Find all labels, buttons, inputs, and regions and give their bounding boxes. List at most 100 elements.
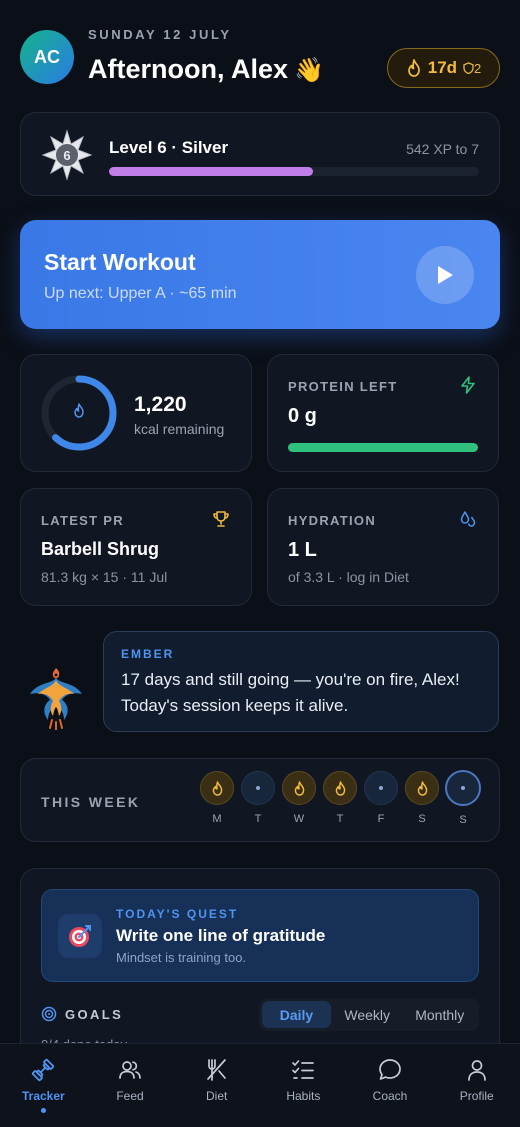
day-pip bbox=[461, 786, 465, 790]
daily-quest-card[interactable]: TODAY'S QUEST Write one line of gratitud… bbox=[41, 889, 479, 982]
date-label: SUNDAY 12 JULY bbox=[88, 27, 232, 42]
shield-count: 2 bbox=[474, 60, 482, 76]
hydration-detail: of 3.3 L · log in Diet bbox=[288, 569, 409, 585]
week-day-letter: T bbox=[254, 813, 262, 825]
quest-kicker: TODAY'S QUEST bbox=[116, 907, 239, 921]
checklist-icon bbox=[292, 1060, 315, 1079]
nav-profile[interactable]: Profile bbox=[433, 1044, 520, 1127]
nav-tracker-label: Tracker bbox=[21, 1089, 65, 1103]
workout-title: Start Workout bbox=[44, 249, 196, 275]
avatar[interactable]: AC bbox=[20, 30, 74, 84]
nav-habits-label: Habits bbox=[286, 1089, 321, 1103]
header: AC SUNDAY 12 JULY Afternoon, Alex 👋 17d 2 bbox=[20, 22, 500, 92]
flame-day-marker bbox=[282, 771, 316, 805]
greeting-title: Afternoon, Alex 👋 bbox=[88, 54, 324, 85]
protein-progress-bar bbox=[288, 443, 478, 452]
nav-feed[interactable]: Feed bbox=[87, 1044, 174, 1127]
week-day[interactable]: S bbox=[405, 771, 439, 825]
calories-card[interactable]: 1,220 kcal remaining bbox=[20, 354, 252, 472]
latest-pr-card[interactable]: LATEST PR Barbell Shrug 81.3 kg × 15 · 1… bbox=[20, 488, 252, 606]
empty-day-marker bbox=[241, 771, 275, 805]
target-icon bbox=[41, 1006, 57, 1022]
trophy-icon bbox=[213, 511, 229, 527]
nav-feed-label: Feed bbox=[116, 1089, 144, 1103]
nav-profile-label: Profile bbox=[459, 1089, 494, 1103]
week-day[interactable]: T bbox=[241, 771, 275, 825]
flame-icon bbox=[294, 780, 304, 796]
quest-subtitle: Mindset is training too. bbox=[116, 950, 247, 965]
tab-daily[interactable]: Daily bbox=[262, 1001, 331, 1028]
day-pip bbox=[379, 786, 383, 790]
flame-icon bbox=[212, 780, 222, 796]
quest-icon-tile bbox=[58, 914, 102, 958]
utensils-icon bbox=[206, 1059, 226, 1081]
xp-progress-fill bbox=[109, 167, 313, 176]
week-day[interactable]: S bbox=[445, 770, 481, 826]
calories-remaining-label: kcal remaining bbox=[134, 421, 225, 437]
start-workout-button[interactable]: Start Workout Up next: Upper A · ~65 min bbox=[20, 220, 500, 329]
tab-weekly[interactable]: Weekly bbox=[331, 1001, 404, 1028]
goals-period-tabs: Daily Weekly Monthly bbox=[259, 998, 479, 1031]
workout-subtitle: Up next: Upper A · ~65 min bbox=[44, 285, 237, 302]
person-icon bbox=[467, 1060, 486, 1081]
nav-tracker[interactable]: Tracker bbox=[0, 1044, 87, 1127]
wave-emoji: 👋 bbox=[294, 57, 324, 84]
active-indicator-dot bbox=[41, 1108, 47, 1113]
calorie-ring bbox=[41, 375, 117, 451]
ember-phoenix-avatar[interactable] bbox=[26, 664, 86, 730]
hydration-card[interactable]: HYDRATION 1 L of 3.3 L · log in Diet bbox=[267, 488, 499, 606]
protein-label: PROTEIN LEFT bbox=[288, 379, 398, 394]
level-title: Level 6 · Silver bbox=[109, 138, 229, 157]
this-week-card: THIS WEEK M T W T F S S bbox=[20, 758, 500, 842]
goals-title: GOALS bbox=[65, 1006, 124, 1022]
flame-day-marker bbox=[200, 771, 234, 805]
nav-habits[interactable]: Habits bbox=[260, 1044, 347, 1127]
chat-bubble-icon bbox=[379, 1059, 401, 1080]
flame-icon bbox=[335, 780, 345, 796]
week-day-letter: W bbox=[293, 813, 305, 825]
flame-icon bbox=[74, 403, 84, 418]
week-day[interactable]: W bbox=[282, 771, 316, 825]
tab-monthly[interactable]: Monthly bbox=[403, 1001, 476, 1028]
week-day-letter: S bbox=[418, 813, 426, 825]
tracker-screen: AC SUNDAY 12 JULY Afternoon, Alex 👋 17d 2… bbox=[0, 0, 520, 1127]
calories-remaining-value: 1,220 bbox=[134, 393, 187, 416]
pr-detail: 81.3 kg × 15 · 11 Jul bbox=[41, 569, 168, 585]
shield-icon bbox=[463, 61, 474, 74]
goals-header: GOALS bbox=[41, 1006, 123, 1022]
week-day[interactable]: M bbox=[200, 771, 234, 825]
week-day[interactable]: F bbox=[364, 771, 398, 825]
empty-day-marker bbox=[364, 771, 398, 805]
nav-diet-label: Diet bbox=[206, 1089, 228, 1103]
ember-message: 17 days and still going — you're on fire… bbox=[121, 670, 460, 715]
week-day-letter: M bbox=[212, 813, 222, 825]
xp-remaining: 542 XP to 7 bbox=[406, 141, 479, 157]
week-day[interactable]: T bbox=[323, 771, 357, 825]
ember-name: EMBER bbox=[121, 647, 175, 661]
protein-card[interactable]: PROTEIN LEFT 0 g bbox=[267, 354, 499, 472]
silver-star-badge-icon: 6 bbox=[41, 129, 93, 181]
streak-pill[interactable]: 17d 2 bbox=[387, 48, 500, 88]
greeting-text: Afternoon, Alex bbox=[88, 54, 289, 84]
protein-value: 0 g bbox=[288, 405, 317, 427]
streak-shields: 2 bbox=[463, 61, 481, 76]
empty-day-marker bbox=[445, 770, 481, 806]
ember-message-bubble: EMBER 17 days and still going — you're o… bbox=[103, 631, 499, 732]
users-icon bbox=[119, 1061, 141, 1079]
play-button[interactable] bbox=[416, 246, 474, 304]
nav-diet[interactable]: Diet bbox=[173, 1044, 260, 1127]
week-day-letter: S bbox=[459, 814, 467, 826]
level-badge-number: 6 bbox=[63, 148, 70, 163]
goals-card: TODAY'S QUEST Write one line of gratitud… bbox=[20, 868, 500, 1068]
flame-icon bbox=[417, 780, 427, 796]
hydration-label: HYDRATION bbox=[288, 513, 377, 528]
streak-days: 17d bbox=[427, 58, 458, 77]
week-day-letter: T bbox=[336, 813, 344, 825]
nav-coach[interactable]: Coach bbox=[347, 1044, 434, 1127]
flame-day-marker bbox=[323, 771, 357, 805]
lightning-icon bbox=[461, 376, 475, 394]
dumbbell-icon bbox=[32, 1058, 55, 1082]
level-card[interactable]: 6 Level 6 · Silver 542 XP to 7 bbox=[20, 112, 500, 196]
target-dart-icon bbox=[69, 925, 91, 947]
this-week-label: THIS WEEK bbox=[41, 794, 141, 810]
